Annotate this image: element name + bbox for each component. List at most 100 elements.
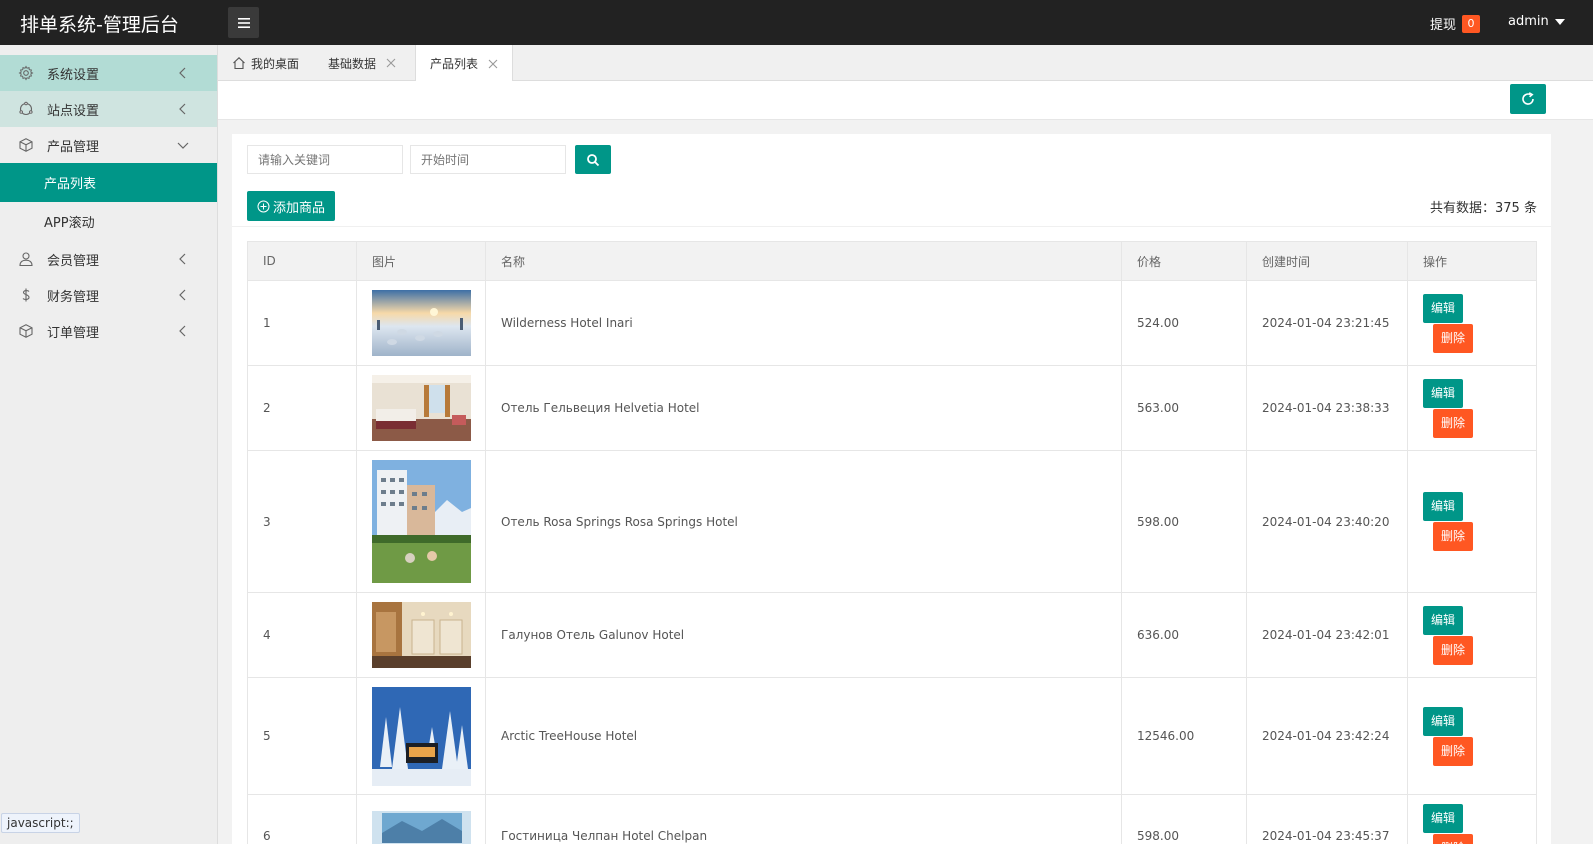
cell-price: 524.00 xyxy=(1121,280,1247,366)
sidebar-item-product-management[interactable]: 产品管理 xyxy=(0,127,217,163)
chevron-left-icon xyxy=(179,289,186,301)
product-image-hotel-room[interactable] xyxy=(372,375,471,441)
cell-name: Arctic TreeHouse Hotel xyxy=(485,677,1122,795)
cell-name: Wilderness Hotel Inari xyxy=(485,280,1122,366)
chevron-down-icon xyxy=(177,142,189,149)
cell-name: Отель Rosa Springs Rosa Springs Hotel xyxy=(485,450,1122,593)
box-icon xyxy=(18,323,34,339)
cell-image xyxy=(356,794,486,844)
column-header-image: 图片 xyxy=(356,241,486,281)
sidebar-item-system-settings[interactable]: 系统设置 xyxy=(0,55,217,91)
edit-button[interactable]: 编辑 xyxy=(1423,378,1464,408)
add-product-button[interactable]: 添加商品 xyxy=(247,191,336,221)
content-card: 添加商品 共有数据：375 条 ID 图片 名称 价格 创建时间 操作 1 xyxy=(232,134,1551,844)
gear-icon xyxy=(18,65,34,81)
keyword-input[interactable] xyxy=(247,145,403,174)
sidebar-item-app-scroll[interactable]: APP滚动 xyxy=(0,202,217,241)
cell-id: 5 xyxy=(247,677,357,795)
close-icon[interactable] xyxy=(488,59,498,69)
edit-button[interactable]: 编辑 xyxy=(1423,804,1464,833)
table-row: 6 Гостиница Челпан Hotel Chelpan 598.00 … xyxy=(247,794,1537,844)
sidebar: 系统设置 站点设置 产品管理 产品列表 APP滚动 会员管理 财务管理 订单管理 xyxy=(0,45,218,844)
start-time-input[interactable] xyxy=(410,145,566,174)
cell-actions: 编辑 删除 xyxy=(1407,280,1537,366)
add-product-label: 添加商品 xyxy=(273,200,326,216)
search-button[interactable] xyxy=(575,145,611,174)
cell-created: 2024-01-04 23:45:37 xyxy=(1246,794,1408,844)
edit-button[interactable]: 编辑 xyxy=(1423,706,1464,736)
table-row: 5 Arctic TreeHouse Hotel 12546.00 2024-0… xyxy=(247,677,1537,795)
table-row: 2 Отель Гельвеция Helvetia Hotel 563.00 … xyxy=(247,365,1537,451)
tab-label: 基础数据 xyxy=(328,56,377,71)
column-header-name: 名称 xyxy=(485,241,1122,281)
edit-button[interactable]: 编辑 xyxy=(1423,293,1464,323)
tab-label: 我的桌面 xyxy=(251,56,300,71)
status-tooltip: javascript:; xyxy=(1,813,80,833)
user-menu[interactable]: admin xyxy=(1508,14,1565,29)
tab-label: 产品列表 xyxy=(430,57,479,71)
menu-icon xyxy=(237,17,250,28)
sidebar-item-finance-management[interactable]: 财务管理 xyxy=(0,277,217,313)
cell-price: 563.00 xyxy=(1121,365,1247,451)
table-row: 3 Отель Rosa Springs Rosa Springs Hotel … xyxy=(247,450,1537,593)
product-image-winter-forest[interactable] xyxy=(372,686,471,786)
cell-name: Гостиница Челпан Hotel Chelpan xyxy=(485,794,1122,844)
tab-bar: 我的桌面 基础数据 产品列表 xyxy=(218,45,1593,82)
cell-image xyxy=(356,450,486,593)
app-title: 排单系统-管理后台 xyxy=(20,14,179,36)
close-icon[interactable] xyxy=(386,58,396,68)
sidebar-item-product-list[interactable]: 产品列表 xyxy=(0,163,217,202)
product-table: ID 图片 名称 价格 创建时间 操作 1 Wilderness Hotel I… xyxy=(247,241,1537,844)
total-number: 375 xyxy=(1495,201,1520,216)
sidebar-item-label: 系统设置 xyxy=(47,67,100,83)
top-header: 排单系统-管理后台 提现 0 admin xyxy=(0,0,1593,45)
chevron-left-icon xyxy=(179,253,186,265)
cell-created: 2024-01-04 23:42:24 xyxy=(1246,677,1408,795)
table-row: 1 Wilderness Hotel Inari 524.00 2024-01-… xyxy=(247,280,1537,366)
tab-basic-data[interactable]: 基础数据 xyxy=(314,45,410,81)
cell-actions: 编辑 删除 xyxy=(1407,592,1537,678)
chevron-left-icon xyxy=(179,325,186,337)
site-icon xyxy=(18,101,34,117)
product-image-snowy-resort[interactable] xyxy=(372,290,471,356)
cell-id: 3 xyxy=(247,450,357,593)
search-icon xyxy=(587,153,600,166)
sidebar-item-order-management[interactable]: 订单管理 xyxy=(0,313,217,349)
delete-button[interactable]: 删除 xyxy=(1433,834,1474,844)
column-header-price: 价格 xyxy=(1121,241,1247,281)
edit-button[interactable]: 编辑 xyxy=(1423,605,1464,635)
product-image-hotel-building[interactable] xyxy=(372,460,471,583)
refresh-button[interactable] xyxy=(1510,84,1546,114)
delete-button[interactable]: 删除 xyxy=(1433,635,1474,665)
user-name: admin xyxy=(1508,14,1549,29)
menu-toggle-button[interactable] xyxy=(228,7,259,38)
sidebar-item-label: 产品管理 xyxy=(47,139,100,155)
user-icon xyxy=(18,251,34,267)
cell-created: 2024-01-04 23:40:20 xyxy=(1246,450,1408,593)
chevron-left-icon xyxy=(179,103,186,115)
sidebar-item-member-management[interactable]: 会员管理 xyxy=(0,241,217,277)
product-image-lake-view[interactable] xyxy=(372,803,471,844)
caret-down-icon xyxy=(1554,18,1565,25)
cell-actions: 编辑 删除 xyxy=(1407,450,1537,593)
product-image-hotel-corridor[interactable] xyxy=(372,602,471,668)
tab-my-desktop[interactable]: 我的桌面 xyxy=(218,45,313,81)
tab-product-list[interactable]: 产品列表 xyxy=(415,45,514,82)
divider xyxy=(232,226,1551,227)
total-label: 共有数据： xyxy=(1430,201,1496,216)
table-row: 4 Галунов Отель Galunov Hotel 636.00 202… xyxy=(247,592,1537,678)
delete-button[interactable]: 删除 xyxy=(1433,736,1474,766)
delete-button[interactable]: 删除 xyxy=(1433,323,1474,353)
cell-created: 2024-01-04 23:21:45 xyxy=(1246,280,1408,366)
home-icon xyxy=(233,57,245,70)
edit-button[interactable]: 编辑 xyxy=(1423,492,1464,521)
sidebar-item-site-settings[interactable]: 站点设置 xyxy=(0,91,217,127)
withdraw-link[interactable]: 提现 0 xyxy=(1430,14,1481,33)
cell-price: 598.00 xyxy=(1121,794,1247,844)
withdraw-label: 提现 xyxy=(1430,18,1457,33)
column-header-id: ID xyxy=(247,241,357,281)
cell-price: 598.00 xyxy=(1121,450,1247,593)
delete-button[interactable]: 删除 xyxy=(1433,408,1474,438)
cell-image xyxy=(356,677,486,795)
delete-button[interactable]: 删除 xyxy=(1433,522,1474,551)
